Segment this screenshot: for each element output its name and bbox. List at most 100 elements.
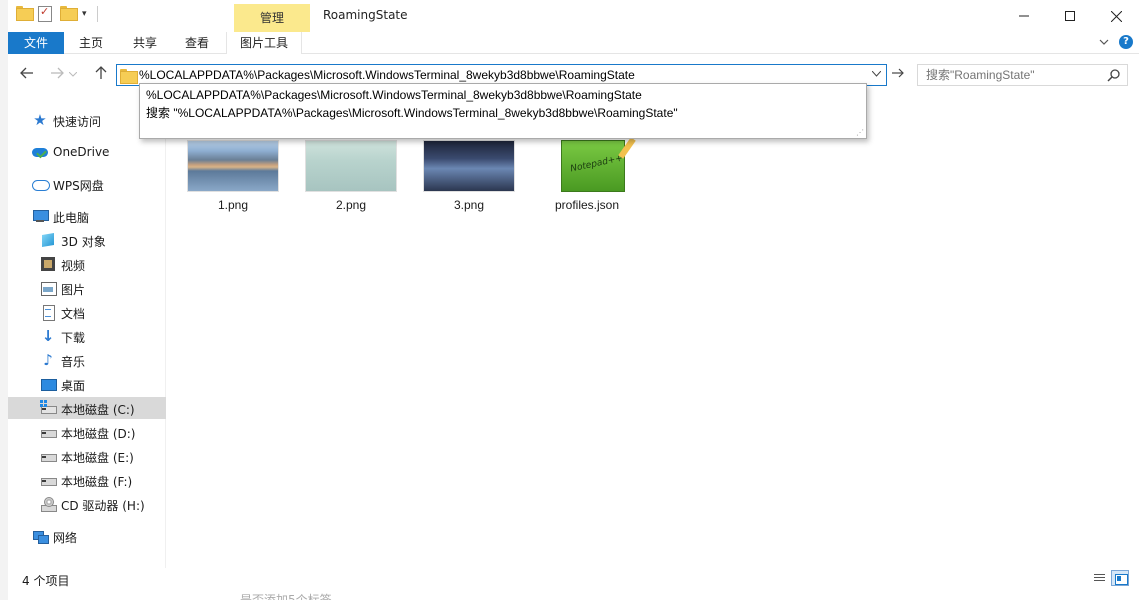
sidebar-item-videos[interactable]: 视频 <box>8 253 166 275</box>
sidebar-item-label: 本地磁盘 (D:) <box>61 427 136 441</box>
video-icon <box>40 256 56 272</box>
sidebar-item-onedrive[interactable]: OneDrive <box>8 141 166 163</box>
file-name: 2.png <box>335 198 367 212</box>
maximize-button[interactable] <box>1047 0 1093 32</box>
address-input[interactable] <box>139 66 859 84</box>
manage-context-tab[interactable]: 管理 <box>234 4 310 32</box>
sidebar-item-pictures[interactable]: 图片 <box>8 277 166 299</box>
customize-toolbar-dropdown[interactable]: ▾ <box>82 9 87 19</box>
sidebar-item-3d-objects[interactable]: 3D 对象 <box>8 229 166 251</box>
address-autocomplete-list: %LOCALAPPDATA%\Packages\Microsoft.Window… <box>139 83 867 139</box>
close-button[interactable] <box>1093 0 1139 32</box>
sidebar-item-drive-e[interactable]: 本地磁盘 (E:) <box>8 445 166 467</box>
sidebar-item-label: 文档 <box>61 307 86 321</box>
background-window-edge <box>0 0 8 600</box>
close-icon <box>1110 10 1122 22</box>
help-icon[interactable]: ? <box>1119 35 1133 49</box>
sidebar-item-label: OneDrive <box>53 145 110 159</box>
drive-icon <box>40 400 57 416</box>
sidebar-item-label: 视频 <box>61 259 86 273</box>
recent-locations-button[interactable] <box>68 66 78 84</box>
autocomplete-item[interactable]: %LOCALAPPDATA%\Packages\Microsoft.Window… <box>146 86 642 104</box>
folder-icon[interactable] <box>16 6 34 22</box>
sidebar-item-label: 图片 <box>61 283 86 297</box>
desktop-icon <box>40 376 57 392</box>
file-item[interactable]: Notepad++ profiles.json <box>531 137 643 218</box>
tab-view[interactable]: 查看 <box>172 32 222 54</box>
file-explorer-window: ▾ 管理 RoamingState 文件 主页 共享 查看 图片工具 ? <box>0 0 1139 600</box>
arrow-right-icon <box>892 68 904 78</box>
up-button[interactable] <box>92 66 110 84</box>
image-thumbnail <box>187 140 279 192</box>
search-input[interactable] <box>926 67 1101 83</box>
forward-button[interactable] <box>48 66 66 84</box>
thumbnail-label: Notepad++ <box>569 153 624 175</box>
sidebar-item-music[interactable]: ♪ 音乐 <box>8 349 166 371</box>
onedrive-icon <box>32 144 48 160</box>
maximize-icon <box>1065 11 1075 21</box>
arrow-left-icon <box>20 67 33 79</box>
sidebar-item-network[interactable]: 网络 <box>8 525 166 547</box>
sidebar-item-drive-c[interactable]: 本地磁盘 (C:) <box>8 397 166 419</box>
arrow-up-icon <box>95 66 107 79</box>
sidebar-item-desktop[interactable]: 桌面 <box>8 373 166 395</box>
sidebar-item-downloads[interactable]: ↓ 下载 <box>8 325 166 347</box>
title-bar: ▾ 管理 RoamingState <box>8 0 1139 32</box>
file-item[interactable]: 1.png <box>177 140 289 218</box>
tab-picture-tools[interactable]: 图片工具 <box>226 32 302 54</box>
file-name: 1.png <box>217 198 249 212</box>
minimize-button[interactable] <box>1001 0 1047 32</box>
sidebar-item-this-pc[interactable]: 此电脑 <box>8 205 166 227</box>
tab-home[interactable]: 主页 <box>66 32 116 54</box>
chevron-down-icon <box>68 71 78 77</box>
sidebar-item-label: 桌面 <box>61 379 86 393</box>
drive-icon <box>40 472 57 488</box>
pen-icon <box>618 137 636 159</box>
sidebar-item-documents[interactable]: 文档 <box>8 301 166 323</box>
view-switcher <box>1090 570 1129 586</box>
cloud-icon <box>32 176 50 192</box>
item-count: 4 个项目 <box>22 574 70 588</box>
navigation-pane: ★ 快速访问 OneDrive WPS网盘 此电脑 3D 对象 视频 图片 文档… <box>8 100 166 568</box>
details-view-icon[interactable] <box>1090 570 1108 586</box>
sidebar-item-label: 3D 对象 <box>61 235 106 249</box>
go-button[interactable] <box>888 66 908 84</box>
tab-share[interactable]: 共享 <box>120 32 170 54</box>
document-icon <box>40 304 56 321</box>
toolbar-separator <box>96 6 98 22</box>
image-thumbnail <box>305 140 397 192</box>
properties-icon[interactable] <box>38 5 54 22</box>
sidebar-item-label: 快速访问 <box>53 115 102 129</box>
sidebar-item-label: 此电脑 <box>53 211 90 225</box>
sidebar-item-drive-f[interactable]: 本地磁盘 (F:) <box>8 469 166 491</box>
address-dropdown-button[interactable] <box>868 67 884 83</box>
star-icon: ★ <box>33 111 47 129</box>
network-icon <box>32 528 49 544</box>
sidebar-item-wps-drive[interactable]: WPS网盘 <box>8 173 166 195</box>
drive-icon <box>40 424 57 440</box>
large-icons-view-icon[interactable] <box>1111 570 1129 586</box>
tab-file[interactable]: 文件 <box>8 32 64 54</box>
expand-ribbon-icon[interactable] <box>1099 39 1109 45</box>
ribbon-tabs: 文件 主页 共享 查看 图片工具 ? <box>8 32 1139 54</box>
computer-icon <box>32 208 49 224</box>
search-box[interactable] <box>917 64 1128 86</box>
ribbon-controls: ? <box>1099 35 1133 49</box>
quick-access-toolbar: ▾ <box>16 5 98 22</box>
autocomplete-search-item[interactable]: 搜索 "%LOCALAPPDATA%\Packages\Microsoft.Wi… <box>146 104 678 122</box>
sidebar-item-cd-drive[interactable]: CD 驱动器 (H:) <box>8 493 166 515</box>
search-icon[interactable] <box>1107 68 1121 82</box>
back-button[interactable] <box>18 66 36 84</box>
window-title: RoamingState <box>323 8 408 22</box>
new-folder-icon[interactable] <box>60 6 78 22</box>
sidebar-item-label: 网络 <box>53 531 78 545</box>
file-item[interactable]: 3.png <box>413 140 525 218</box>
file-item[interactable]: 2.png <box>295 140 407 218</box>
notepad-plus-plus-icon: Notepad++ <box>561 137 636 192</box>
drive-icon <box>40 448 57 464</box>
sidebar-item-drive-d[interactable]: 本地磁盘 (D:) <box>8 421 166 443</box>
sidebar-item-label: WPS网盘 <box>53 179 104 193</box>
resize-grip-icon[interactable]: ⋰ <box>856 129 864 137</box>
sidebar-item-label: 音乐 <box>61 355 86 369</box>
arrow-right-icon <box>51 67 64 79</box>
